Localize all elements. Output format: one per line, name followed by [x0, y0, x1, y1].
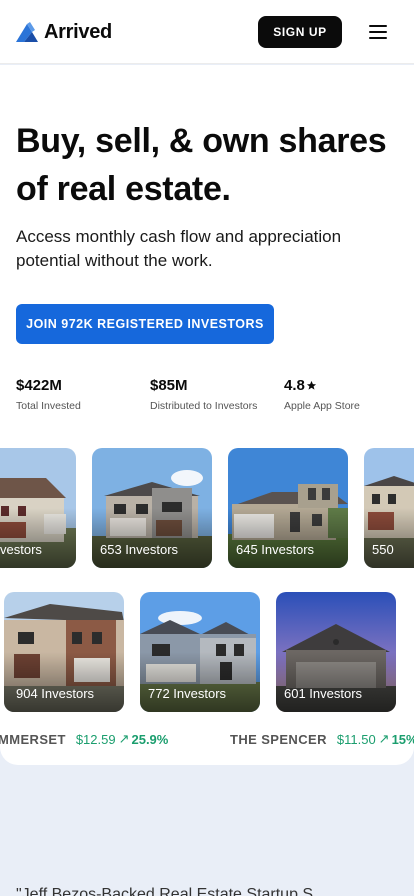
arrived-logo-icon	[16, 22, 38, 42]
investor-count: 645 Investors	[236, 542, 315, 557]
property-card[interactable]: 645 Investors	[228, 448, 348, 568]
press-quote: "Jeff Bezos-Backed Real Estate Startup S	[16, 886, 314, 896]
sign-up-button[interactable]: SIGN UP	[258, 16, 342, 48]
join-investors-button[interactable]: JOIN 972K REGISTERED INVESTORS	[16, 304, 274, 344]
hero-subtitle: Access monthly cash flow and appreciatio…	[16, 225, 386, 273]
star-icon	[306, 380, 316, 390]
hero-card: Buy, sell, & own shares of real estate. …	[0, 65, 414, 765]
stat-label: Distributed to Investors	[150, 400, 258, 412]
ticker-name: MMERSET	[0, 731, 66, 747]
investor-count: vestors	[0, 542, 42, 557]
property-card[interactable]: 653 Investors	[92, 448, 212, 568]
brand-logo[interactable]: Arrived	[16, 20, 112, 44]
property-card[interactable]: vestors	[0, 448, 76, 568]
investor-count: 550	[372, 542, 394, 557]
stat-value: $85M	[150, 377, 188, 394]
price-ticker: MMERSET $12.59 ↗ 25.9% THE SPENCER $11.5…	[0, 731, 414, 753]
hamburger-menu-icon[interactable]	[367, 22, 389, 42]
ticker-name: THE SPENCER	[230, 731, 327, 747]
stat-app-rating: 4.8 Apple App Store	[284, 377, 360, 412]
property-card[interactable]: 772 Investors	[140, 592, 260, 712]
hero-title: Buy, sell, & own shares of real estate.	[16, 117, 406, 213]
arrow-up-right-icon: ↗	[118, 731, 130, 746]
stat-value: 4.8	[284, 377, 360, 394]
stat-value: $422M	[16, 377, 62, 394]
stat-label: Total Invested	[16, 400, 81, 412]
stat-label: Apple App Store	[284, 400, 360, 412]
stat-distributed: $85M Distributed to Investors	[150, 377, 257, 412]
arrow-up-right-icon: ↗	[378, 731, 390, 746]
top-nav: Arrived SIGN UP	[0, 0, 414, 64]
ticker-price: $12.59	[75, 731, 116, 747]
investor-count: 772 Investors	[148, 686, 227, 701]
stat-total-invested: $422M Total Invested	[16, 377, 81, 412]
ticker-change: 25.9%	[131, 731, 169, 747]
property-card[interactable]: 601 Investors	[276, 592, 396, 712]
investor-count: 601 Investors	[284, 686, 363, 701]
property-card[interactable]: 550	[364, 448, 414, 568]
ticker-price: $11.50	[336, 731, 376, 747]
ticker-item[interactable]: MMERSET $12.59 ↗ 25.9%	[0, 731, 168, 747]
property-card[interactable]: 904 Investors	[4, 592, 124, 712]
investor-count: 653 Investors	[100, 542, 179, 557]
stat-rating-value: 4.8	[284, 377, 305, 394]
hero-subtitle-line-1: Access monthly cash flow and appreciatio…	[16, 227, 342, 246]
ticker-item[interactable]: THE SPENCER $11.50 ↗ 15%	[230, 731, 414, 747]
brand-name: Arrived	[44, 20, 112, 43]
hero-title-line-1: Buy, sell, & own shares	[16, 122, 387, 160]
hero-subtitle-line-2: potential without the work.	[16, 251, 213, 270]
investor-count: 904 Investors	[16, 686, 95, 701]
ticker-change: 15%	[391, 731, 414, 747]
hero-title-line-2: of real estate.	[16, 170, 231, 208]
